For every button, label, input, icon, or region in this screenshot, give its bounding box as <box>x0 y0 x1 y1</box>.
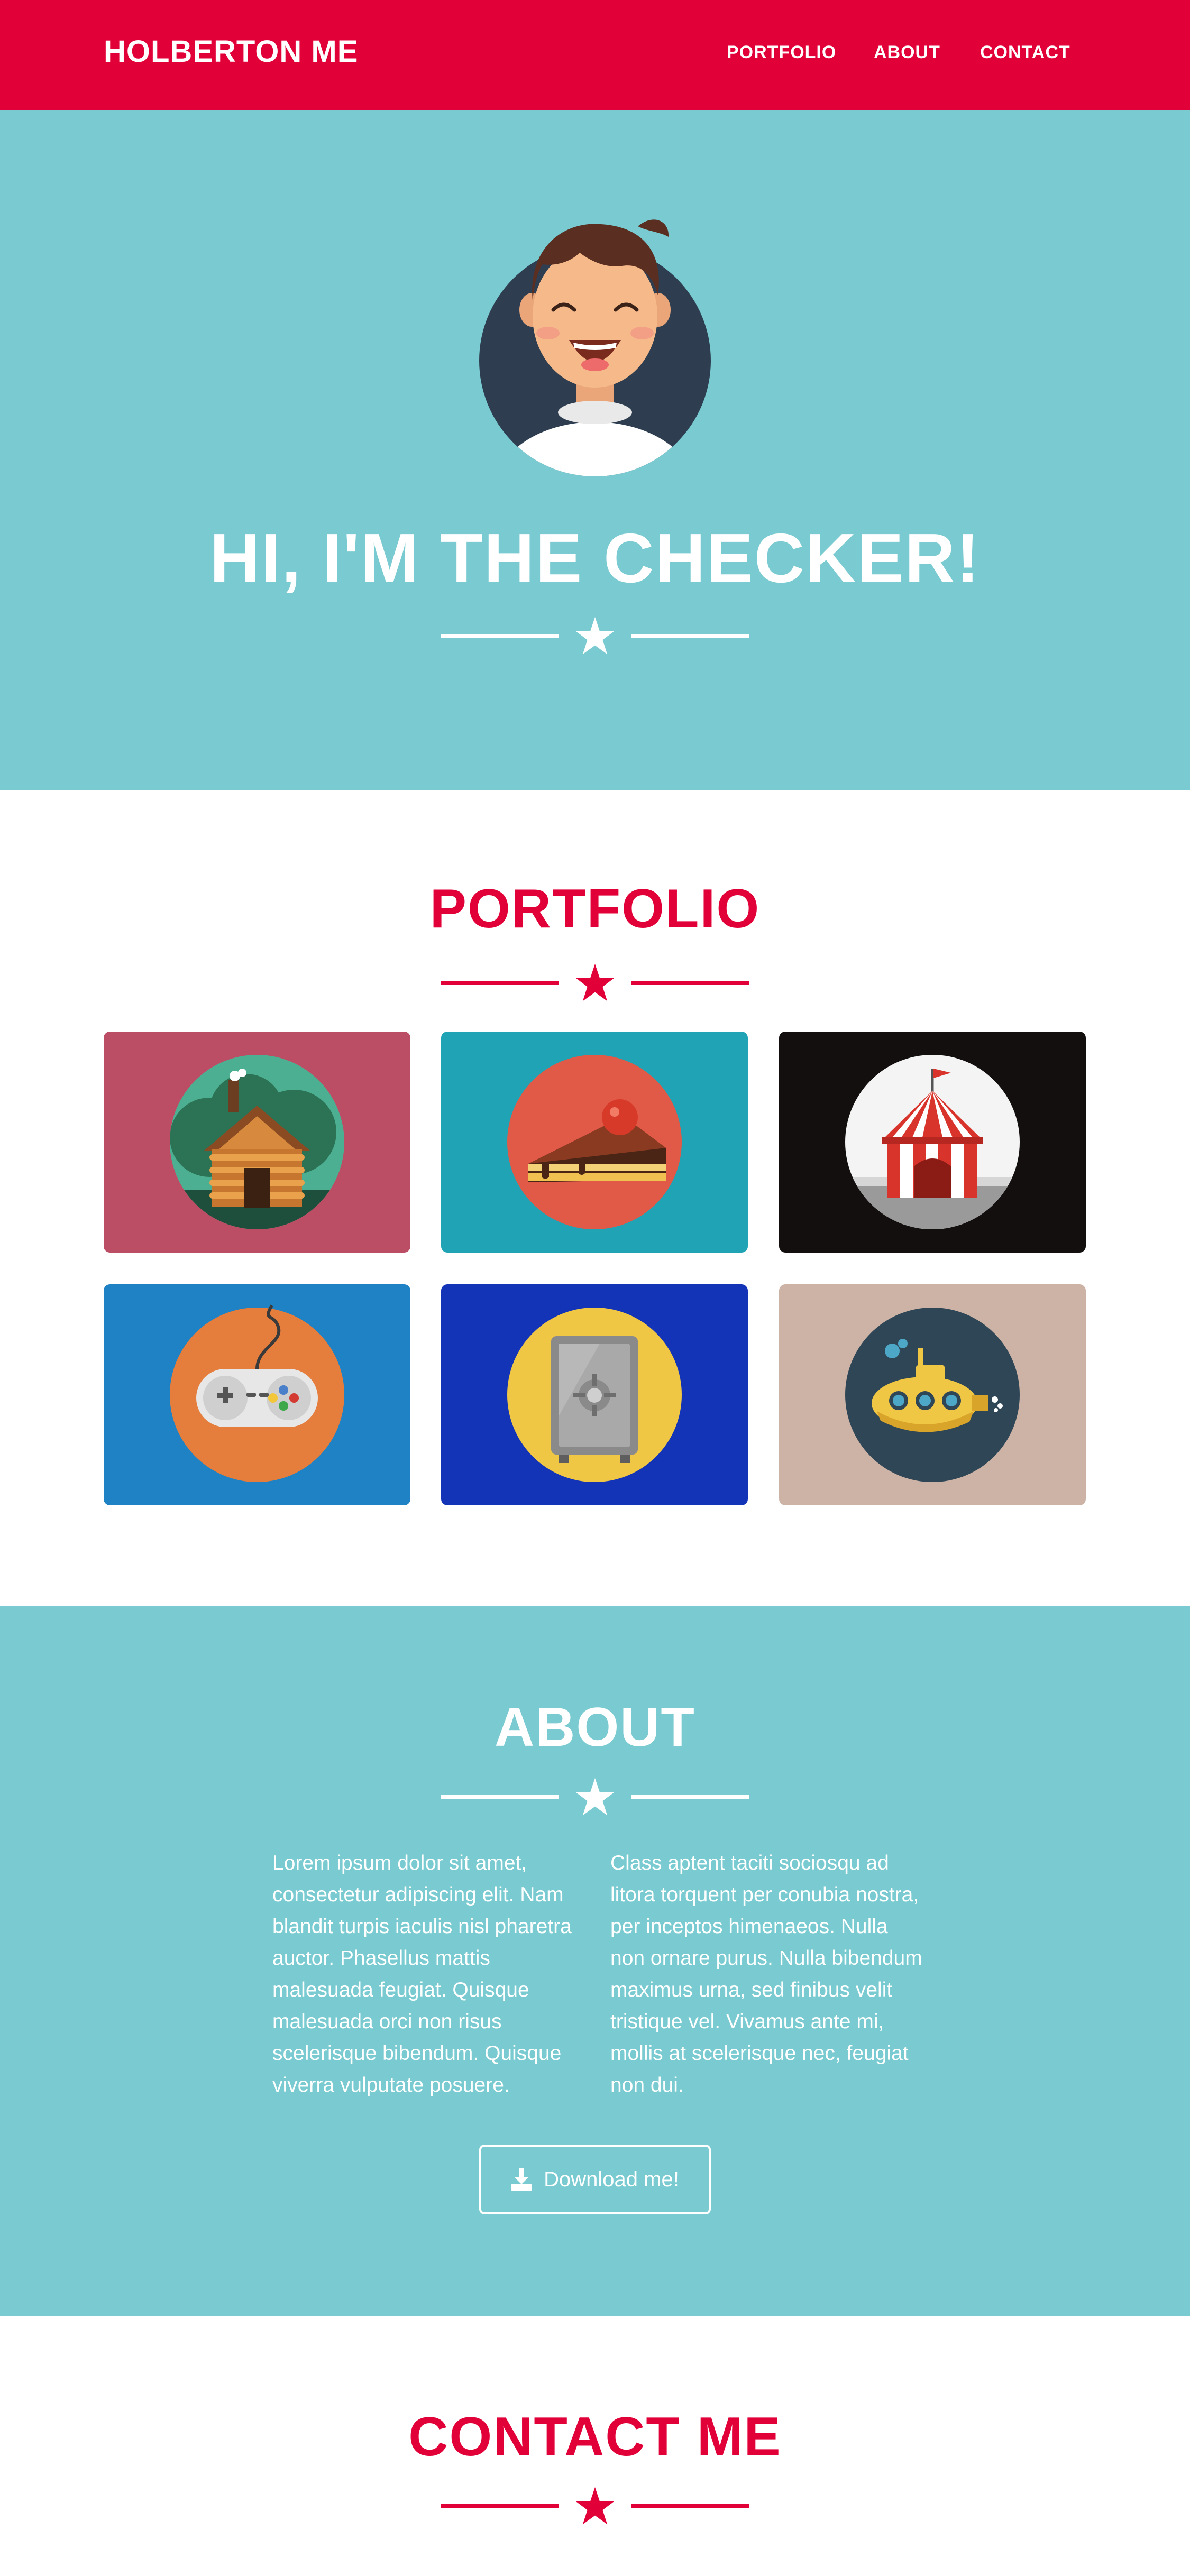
cake-icon <box>507 1055 682 1229</box>
about-divider <box>441 1776 749 1818</box>
download-button[interactable]: Download me! <box>479 2145 711 2214</box>
portfolio-divider <box>441 962 749 1004</box>
divider-line-right <box>631 2504 749 2508</box>
portfolio-tile-controller[interactable] <box>104 1284 410 1505</box>
portfolio-tile-cabin[interactable] <box>104 1032 410 1253</box>
hero-section: HI, I'M THE CHECKER! <box>0 110 1190 790</box>
nav-link-contact[interactable]: CONTACT <box>980 42 1070 63</box>
divider-line-left <box>441 1795 559 1799</box>
submarine-icon <box>845 1308 1020 1482</box>
contact-divider <box>441 2485 749 2527</box>
divider-line-left <box>441 981 559 985</box>
star-icon <box>575 1778 615 1816</box>
safe-icon <box>507 1308 682 1482</box>
divider-line-left <box>441 634 559 638</box>
circus-tent-icon <box>845 1055 1020 1229</box>
download-icon <box>511 2168 533 2191</box>
hero-divider <box>441 615 749 657</box>
star-icon <box>575 964 615 1001</box>
about-title: ABOUT <box>495 1697 695 1758</box>
portfolio-tile-safe[interactable] <box>441 1284 748 1505</box>
portfolio-tile-circus[interactable] <box>779 1032 1086 1253</box>
divider-line-right <box>631 634 749 638</box>
portfolio-title: PORTFOLIO <box>429 878 761 940</box>
game-controller-icon <box>170 1304 344 1482</box>
divider-line-right <box>631 1795 749 1799</box>
star-icon <box>575 617 615 655</box>
brand-link[interactable]: HOLBERTON ME <box>104 34 358 69</box>
download-button-label: Download me! <box>544 2167 679 2191</box>
portfolio-tile-cake[interactable] <box>441 1032 748 1253</box>
contact-section: CONTACT ME <box>0 2316 1190 2576</box>
portfolio-tile-submarine[interactable] <box>779 1284 1086 1505</box>
about-text-right: Class aptent taciti sociosqu ad litora t… <box>610 1852 922 2096</box>
divider-line-right <box>631 981 749 985</box>
about-section: ABOUT Lorem ipsum dolor sit amet, consec… <box>0 1606 1190 2316</box>
hero-title: HI, I'M THE CHECKER! <box>209 519 981 597</box>
contact-title: CONTACT ME <box>408 2406 782 2468</box>
star-icon <box>575 2487 615 2525</box>
cabin-icon <box>170 1055 344 1229</box>
navbar: HOLBERTON ME PORTFOLIO ABOUT CONTACT <box>0 0 1190 110</box>
portfolio-section: PORTFOLIO <box>0 790 1190 1606</box>
avatar-icon <box>479 219 711 476</box>
about-text-left: Lorem ipsum dolor sit amet, consectetur … <box>272 1852 572 2096</box>
divider-line-left <box>441 2504 559 2508</box>
nav-link-about[interactable]: ABOUT <box>874 42 940 63</box>
nav-link-portfolio[interactable]: PORTFOLIO <box>727 42 836 63</box>
